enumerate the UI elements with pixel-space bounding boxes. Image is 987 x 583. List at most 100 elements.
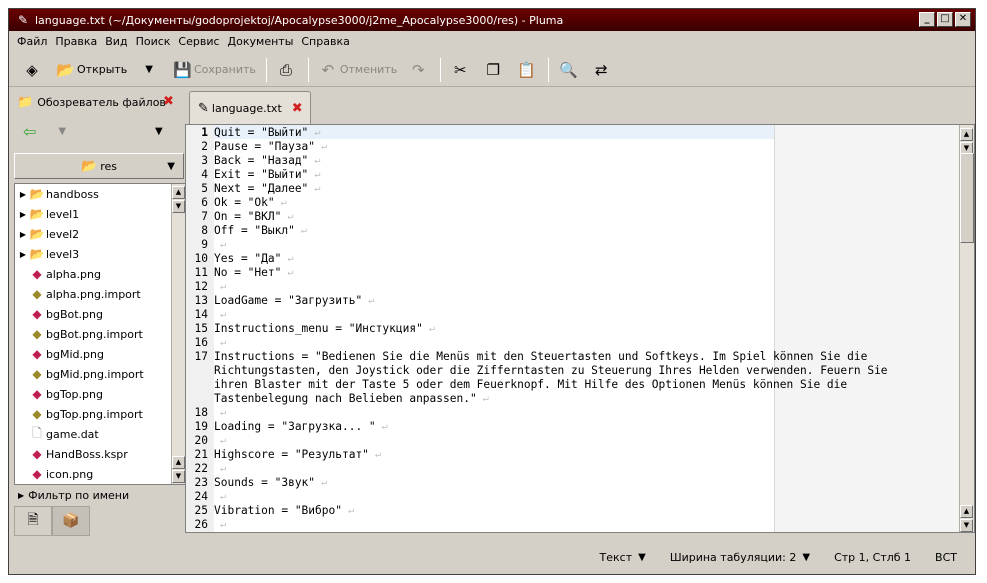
title-bar[interactable]: ✎ language.txt (~/Документы/godoprojekto… xyxy=(9,9,975,31)
tree-file-item[interactable]: ◆ bgMid.png xyxy=(15,344,185,364)
scroll-up-icon[interactable]: ▲ xyxy=(960,505,973,518)
code-line[interactable]: 19 Loading = "Загрузка... " ↵ xyxy=(186,420,962,434)
tree-folder-item[interactable]: ▶ 📂 level2 xyxy=(15,224,185,244)
tree-file-item[interactable]: ◆ icon.png xyxy=(15,464,185,484)
code-line[interactable]: 23 Sounds = "Звук" ↵ xyxy=(186,476,962,490)
menu-view[interactable]: Вид xyxy=(101,35,131,48)
cut-button[interactable]: ✂ xyxy=(445,56,478,84)
close-side-panel-icon[interactable]: ✖ xyxy=(163,94,174,109)
folder-icon: 📂 xyxy=(29,227,45,241)
tree-folder-item[interactable]: ▶ 📂 handboss xyxy=(15,184,185,204)
menu-search[interactable]: Поиск xyxy=(132,35,175,48)
code-line[interactable]: 14 ↵ xyxy=(186,308,962,322)
code-line[interactable]: 16 ↵ xyxy=(186,336,962,350)
code-line[interactable]: 1 Quit = "Выйти" ↵ xyxy=(186,126,962,140)
history-dropdown-icon[interactable]: ▼ xyxy=(58,126,66,137)
expander-arrow-icon[interactable]: ▶ xyxy=(17,230,29,239)
close-tab-icon[interactable]: ✖ xyxy=(292,101,303,116)
scroll-down-icon[interactable]: ▼ xyxy=(172,470,185,483)
scroll-up-icon[interactable]: ▲ xyxy=(172,186,185,199)
code-line[interactable]: 24 ↵ xyxy=(186,490,962,504)
menu-file[interactable]: Файл xyxy=(13,35,51,48)
tree-file-item[interactable]: ◆ bgMid.png.import xyxy=(15,364,185,384)
filter-by-name-expander[interactable]: ▶ Фильтр по имени xyxy=(14,486,184,504)
tree-file-item[interactable]: ◆ bgBot.png xyxy=(15,304,185,324)
open-recent-dropdown[interactable]: ▼ xyxy=(133,56,167,84)
code-line[interactable]: ihren Blaster mit der Taste 5 oder dem F… xyxy=(186,378,962,392)
code-line[interactable]: 3 Back = "Назад" ↵ xyxy=(186,154,962,168)
document-tab[interactable]: ✎ language.txt ✖ xyxy=(189,91,311,125)
tree-file-item[interactable]: 🗋 game.dat xyxy=(15,424,185,444)
tree-file-item[interactable]: ◆ bgBot.png.import xyxy=(15,324,185,344)
expander-arrow-icon[interactable]: ▶ xyxy=(17,190,29,199)
menu-help[interactable]: Справка xyxy=(297,35,353,48)
redo-button[interactable]: ↷ xyxy=(403,56,436,84)
tree-file-item[interactable]: ◆ bgTop.png.import xyxy=(15,404,185,424)
code-line[interactable]: 25 Vibration = "Вибро" ↵ xyxy=(186,504,962,518)
back-arrow-icon[interactable]: ⇦ xyxy=(23,122,36,141)
code-line[interactable]: 4 Exit = "Выйти" ↵ xyxy=(186,168,962,182)
code-line[interactable]: 26 ↵ xyxy=(186,518,962,532)
expander-arrow-icon[interactable]: ▶ xyxy=(17,250,29,259)
editor-scrollbar[interactable]: ▲ ▼ ▲ ▼ xyxy=(959,125,974,532)
tree-folder-item[interactable]: ▶ 📂 level3 xyxy=(15,244,185,264)
code-line[interactable]: 22 ↵ xyxy=(186,462,962,476)
code-text[interactable]: 1 Quit = "Выйти" ↵ 2 Pause = "Пауза" ↵ 3 Back… xyxy=(186,126,962,533)
code-line[interactable]: 6 Ok = "Ok" ↵ xyxy=(186,196,962,210)
scroll-down-icon[interactable]: ▼ xyxy=(172,200,185,213)
code-line[interactable]: 13 LoadGame = "Загрузить" ↵ xyxy=(186,294,962,308)
line-number: 7 xyxy=(201,210,208,223)
tree-file-item[interactable]: ◆ HandBoss.kspr xyxy=(15,444,185,464)
code-line[interactable]: 8 Off = "Выкл" ↵ xyxy=(186,224,962,238)
menu-documents[interactable]: Документы xyxy=(224,35,298,48)
tree-file-item[interactable]: ◆ bgTop.png xyxy=(15,384,185,404)
scroll-thumb[interactable] xyxy=(960,153,974,243)
syntax-label: Текст xyxy=(599,550,633,564)
location-combo[interactable]: 📂 res ▼ xyxy=(14,153,184,179)
maximize-button[interactable]: □ xyxy=(937,12,953,27)
undo-button[interactable]: ↶ Отменить xyxy=(313,56,403,84)
file-tree[interactable]: ▶ 📂 handboss ▶ 📂 level1 ▶ 📂 level2 ▶ 📂 level3 ◆ alpha… xyxy=(14,183,186,485)
menu-tools[interactable]: Сервис xyxy=(174,35,223,48)
code-line[interactable]: 20 ↵ xyxy=(186,434,962,448)
nav-menu-icon[interactable]: ▼ xyxy=(155,126,163,137)
code-line[interactable]: 12 ↵ xyxy=(186,280,962,294)
save-button[interactable]: 💾 Сохранить xyxy=(167,56,262,84)
tab-documents[interactable]: 🗎 xyxy=(14,506,52,536)
print-button[interactable]: ⎙ xyxy=(271,56,304,84)
scroll-up-icon[interactable]: ▲ xyxy=(960,128,973,141)
expander-arrow-icon[interactable]: ▶ xyxy=(17,210,29,219)
open-button[interactable]: 📂 Открыть xyxy=(50,56,133,84)
scroll-up-icon[interactable]: ▲ xyxy=(172,456,185,469)
menu-edit[interactable]: Правка xyxy=(51,35,101,48)
tree-file-item[interactable]: ◆ alpha.png.import xyxy=(15,284,185,304)
code-line[interactable]: 15 Instructions_menu = "Инстукция" ↵ xyxy=(186,322,962,336)
minimize-button[interactable]: _ xyxy=(919,12,935,27)
code-line[interactable]: 21 Highscore = "Результат" ↵ xyxy=(186,448,962,462)
tree-folder-item[interactable]: ▶ 📂 level1 xyxy=(15,204,185,224)
tab-width-selector[interactable]: Ширина табуляции: 2 ▼ xyxy=(670,551,810,564)
code-line[interactable]: 27JumpLeft = "Прыжок влево" ↵ xyxy=(186,532,962,533)
code-line[interactable]: 10 Yes = "Да" ↵ xyxy=(186,252,962,266)
code-line[interactable]: Tastenbelegung nach Belieben anpassen." … xyxy=(186,392,962,406)
code-line[interactable]: 18 ↵ xyxy=(186,406,962,420)
code-line[interactable]: 7 On = "ВКЛ" ↵ xyxy=(186,210,962,224)
scroll-down-icon[interactable]: ▼ xyxy=(960,519,973,532)
syntax-selector[interactable]: Текст ▼ xyxy=(600,551,646,564)
text-editor[interactable]: 1 Quit = "Выйти" ↵ 2 Pause = "Пауза" ↵ 3 Back… xyxy=(185,124,975,533)
code-line[interactable]: 11 No = "Нет" ↵ xyxy=(186,266,962,280)
copy-button[interactable]: ❐ xyxy=(478,56,511,84)
paste-button[interactable]: 📋 xyxy=(511,56,544,84)
tree-scrollbar[interactable]: ▲ ▼ ▲ ▼ xyxy=(171,184,185,484)
tab-file-browser[interactable]: 📦 xyxy=(52,506,90,536)
replace-button[interactable]: ⇄ xyxy=(586,56,619,84)
code-line[interactable]: 2 Pause = "Пауза" ↵ xyxy=(186,140,962,154)
new-document-button[interactable]: ◈ xyxy=(17,56,50,84)
code-line[interactable]: Richtungstasten, den Joystick oder die Z… xyxy=(186,364,962,378)
close-window-button[interactable]: ✕ xyxy=(955,12,971,27)
find-button[interactable]: 🔍 xyxy=(553,56,586,84)
code-line[interactable]: 5 Next = "Далее" ↵ xyxy=(186,182,962,196)
code-line[interactable]: 9 ↵ xyxy=(186,238,962,252)
code-line[interactable]: 17 Instructions = "Bedienen Sie die Menüs… xyxy=(186,350,962,364)
tree-file-item[interactable]: ◆ alpha.png xyxy=(15,264,185,284)
